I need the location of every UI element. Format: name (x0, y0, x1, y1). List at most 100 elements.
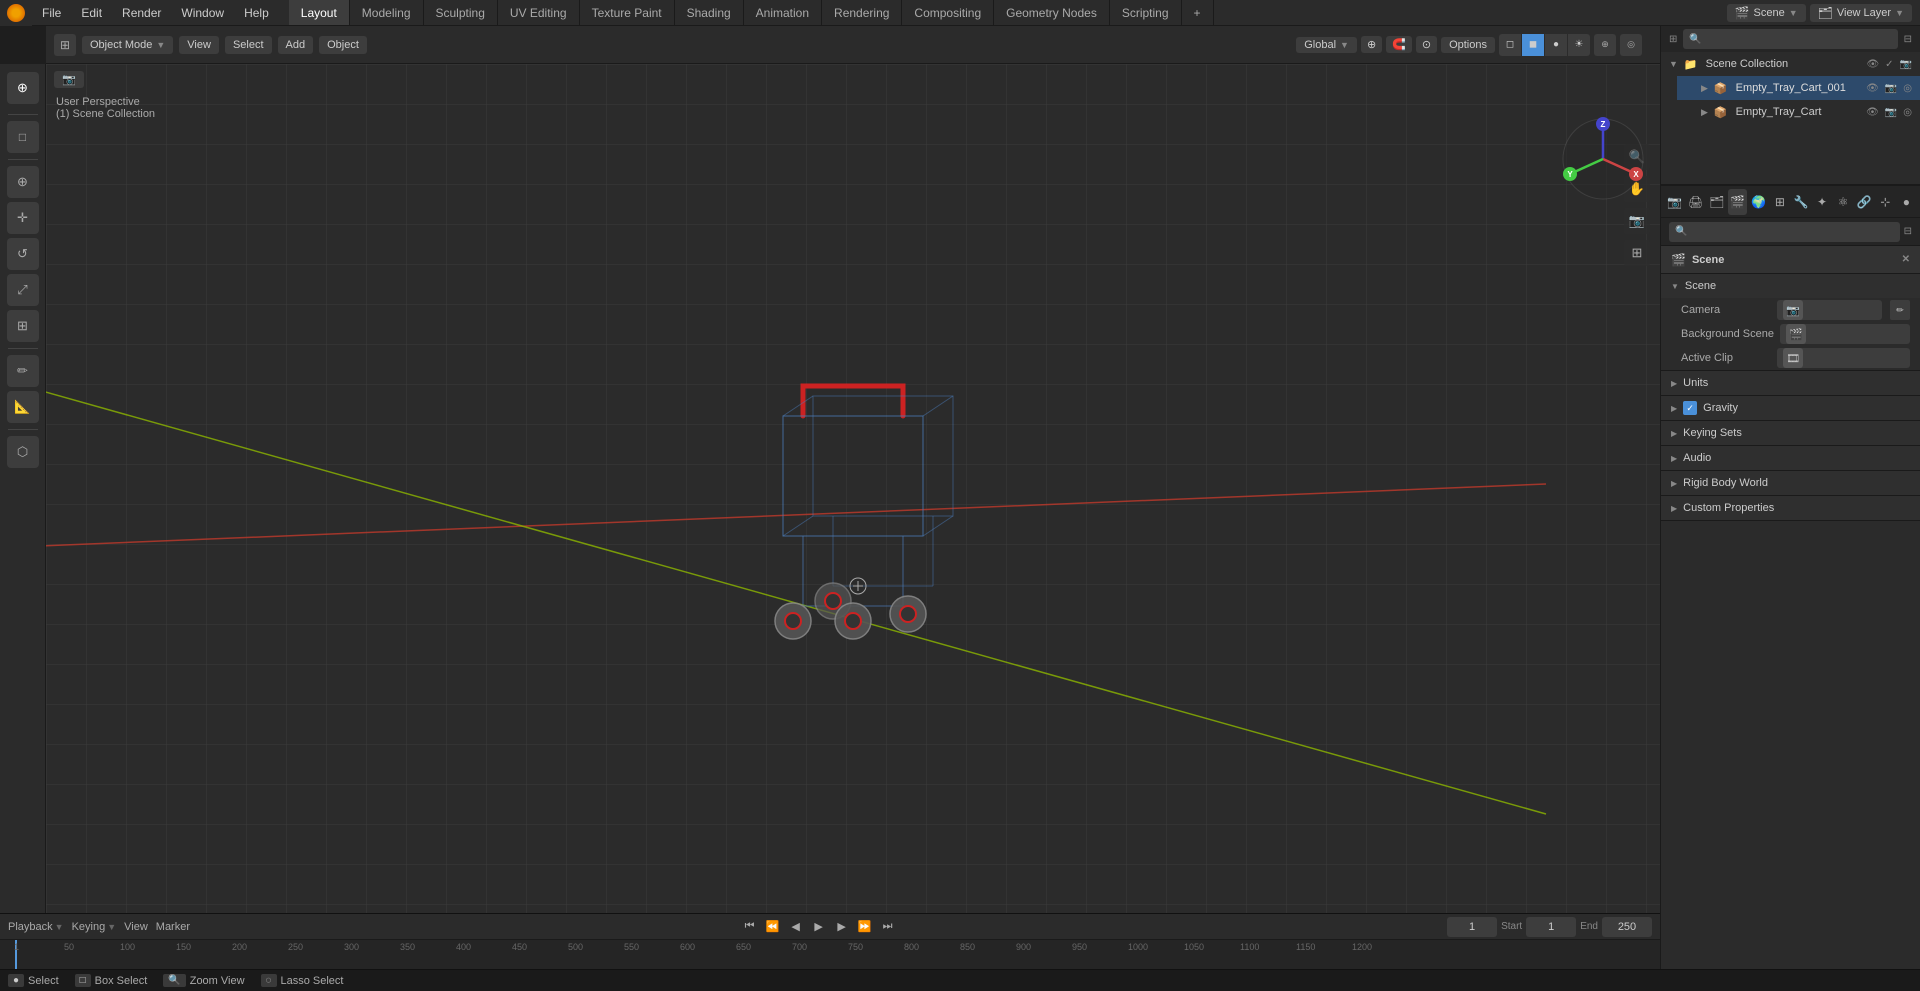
prop-close-btn[interactable]: ✕ (1902, 254, 1910, 265)
scene-section-header[interactable]: ▼ Scene (1661, 274, 1920, 298)
viewport-icon-btn[interactable]: ⊞ (54, 34, 76, 56)
wireframe-shading-btn[interactable]: ◻ (1499, 34, 1521, 56)
item-render-icon-1[interactable]: ◎ (1903, 83, 1912, 94)
camera-view-icon[interactable]: 📷 (1624, 208, 1650, 234)
prop-scene-tab[interactable]: 🎬 (1728, 189, 1747, 215)
jump-end-btn[interactable]: ⏭ (878, 917, 898, 937)
prop-world-tab[interactable]: 🌍 (1749, 189, 1768, 215)
prop-output-tab[interactable]: 🖨 (1686, 189, 1705, 215)
menu-render[interactable]: Render (112, 0, 171, 25)
keying-menu[interactable]: Keying ▼ (72, 921, 117, 933)
outliner-item-cart[interactable]: ▶ 📦 Empty_Tray_Cart 👁 📷 ◎ (1661, 100, 1920, 124)
snap-btn[interactable]: 🧲 (1386, 36, 1412, 53)
workspace-compositing[interactable]: Compositing (902, 0, 994, 25)
orthographic-icon[interactable]: ⊞ (1624, 240, 1650, 266)
annotate-tool[interactable]: ✏ (7, 355, 39, 387)
solid-shading-btn[interactable]: ◼ (1522, 34, 1544, 56)
gravity-checkbox[interactable]: ✓ (1683, 401, 1697, 415)
prop-physics-tab[interactable]: ⚛ (1834, 189, 1853, 215)
workspace-shading[interactable]: Shading (675, 0, 744, 25)
rendered-shading-btn[interactable]: ☀ (1568, 34, 1590, 56)
outliner-scene-collection[interactable]: ▼ 📁 Scene Collection 👁 ✓ 📷 (1661, 52, 1920, 76)
cursor-tool[interactable]: ⊕ (7, 166, 39, 198)
play-btn[interactable]: ▶ (809, 917, 829, 937)
gravity-section-header[interactable]: ▶ ✓ Gravity (1661, 396, 1920, 420)
prev-frame-btn[interactable]: ◀ (786, 917, 806, 937)
viewport-3d[interactable]: 📷 User Perspective (1) Scene Collection (46, 64, 1660, 913)
add-primitive-tool[interactable]: ⬡ (7, 436, 39, 468)
object-btn[interactable]: Object (319, 36, 367, 54)
rigid-body-header[interactable]: ▶ Rigid Body World (1661, 471, 1920, 495)
add-btn[interactable]: Add (278, 36, 314, 54)
select-box-tool[interactable]: □ (7, 121, 39, 153)
scale-tool[interactable]: ⤢ (7, 274, 39, 306)
prop-render-tab[interactable]: 📷 (1665, 189, 1684, 215)
outliner-filter-icon[interactable]: ⊞ (1669, 34, 1677, 45)
viewport-camera-type-btn[interactable]: 📷 (54, 71, 84, 88)
item-render-icon-2[interactable]: ◎ (1903, 107, 1912, 118)
prop-search-input[interactable]: 🔍 (1669, 222, 1900, 242)
keying-sets-header[interactable]: ▶ Keying Sets (1661, 421, 1920, 445)
camera-value[interactable]: 📷 (1777, 300, 1882, 320)
collection-select-icon[interactable]: ✓ (1885, 59, 1893, 70)
prop-data-tab[interactable]: ⊹ (1876, 189, 1895, 215)
current-frame-input[interactable]: 1 (1447, 917, 1497, 937)
units-section-header[interactable]: ▶ Units (1661, 371, 1920, 395)
collection-eye-icon[interactable]: 👁 (1866, 59, 1879, 70)
prop-search-close[interactable]: ⊟ (1904, 226, 1912, 237)
outliner-search[interactable]: 🔍 (1683, 29, 1897, 49)
view-btn[interactable]: View (179, 36, 219, 54)
audio-section-header[interactable]: ▶ Audio (1661, 446, 1920, 470)
measure-tool[interactable]: 📐 (7, 391, 39, 423)
object-mode-btn[interactable]: Object Mode ▼ (82, 36, 173, 54)
rotate-tool[interactable]: ↺ (7, 238, 39, 270)
view-layer-selector[interactable]: 🗂 View Layer ▼ (1810, 4, 1912, 22)
background-scene-value[interactable]: 🎬 (1780, 324, 1910, 344)
prop-modifier-tab[interactable]: 🔧 (1791, 189, 1810, 215)
workspace-modeling[interactable]: Modeling (350, 0, 424, 25)
next-frame-btn[interactable]: ▶ (832, 917, 852, 937)
workspace-add[interactable]: + (1182, 0, 1214, 25)
prop-object-tab[interactable]: ⊞ (1770, 189, 1789, 215)
collection-render-icon[interactable]: 📷 (1900, 59, 1912, 70)
prop-particles-tab[interactable]: ✦ (1813, 189, 1832, 215)
transform-orientations-btn[interactable]: ⊕ (1361, 36, 1382, 53)
options-btn[interactable]: Options (1441, 37, 1495, 53)
prop-view-layer-tab[interactable]: 🗂 (1707, 189, 1726, 215)
proportional-edit-btn[interactable]: ⊙ (1416, 36, 1437, 53)
menu-edit[interactable]: Edit (71, 0, 112, 25)
camera-edit-btn[interactable]: ✏ (1890, 300, 1910, 320)
end-frame-input[interactable]: 250 (1602, 917, 1652, 937)
outliner-options-icon[interactable]: ⊟ (1904, 34, 1912, 45)
jump-start-btn[interactable]: ⏮ (740, 917, 760, 937)
scene-selector[interactable]: 🎬 Scene ▼ (1727, 4, 1806, 22)
active-clip-value[interactable]: 🎞 (1777, 348, 1910, 368)
jump-forward-btn[interactable]: ⏩ (855, 917, 875, 937)
workspace-animation[interactable]: Animation (744, 0, 822, 25)
custom-props-header[interactable]: ▶ Custom Properties (1661, 496, 1920, 520)
marker-menu[interactable]: Marker (156, 921, 190, 933)
start-frame-input[interactable]: 1 (1526, 917, 1576, 937)
overlays-btn[interactable]: ◎ (1620, 34, 1642, 56)
gizmos-btn[interactable]: ⊕ (1594, 34, 1616, 56)
workspace-uv-editing[interactable]: UV Editing (498, 0, 580, 25)
active-tool-icon[interactable]: ⊕ (7, 72, 39, 104)
playback-menu[interactable]: Playback ▼ (8, 921, 64, 933)
workspace-sculpting[interactable]: Sculpting (424, 0, 498, 25)
outliner-item-cart-001[interactable]: ▶ 📦 Empty_Tray_Cart_001 👁 📷 ◎ (1677, 76, 1920, 100)
move-tool[interactable]: ✛ (7, 202, 39, 234)
jump-back-btn[interactable]: ⏪ (763, 917, 783, 937)
menu-help[interactable]: Help (234, 0, 279, 25)
prop-constraints-tab[interactable]: 🔗 (1855, 189, 1874, 215)
prop-material-tab[interactable]: ● (1897, 189, 1916, 215)
item-eye-icon-2[interactable]: 👁 (1866, 107, 1879, 118)
item-eye-icon-1[interactable]: 👁 (1866, 83, 1879, 94)
workspace-geometry-nodes[interactable]: Geometry Nodes (994, 0, 1110, 25)
menu-window[interactable]: Window (171, 0, 234, 25)
item-camera-icon-1[interactable]: 📷 (1885, 83, 1897, 94)
item-camera-icon-2[interactable]: 📷 (1885, 107, 1897, 118)
select-btn[interactable]: Select (225, 36, 272, 54)
workspace-scripting[interactable]: Scripting (1110, 0, 1182, 25)
axis-gizmo[interactable]: Z X Y (1558, 114, 1648, 204)
workspace-texture-paint[interactable]: Texture Paint (580, 0, 675, 25)
